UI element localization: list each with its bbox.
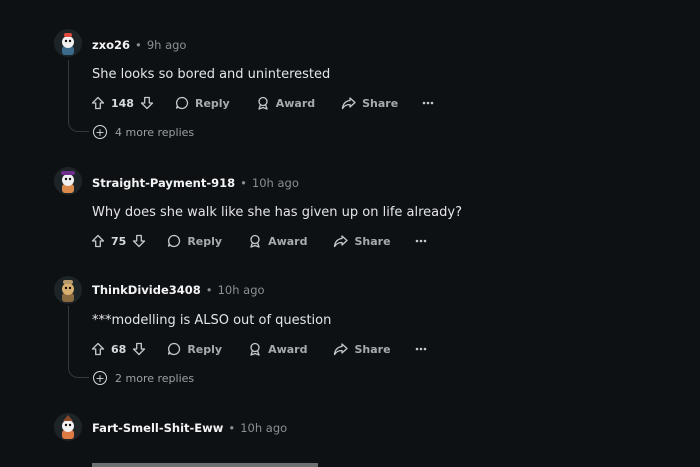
snoo-avatar-icon	[54, 167, 82, 195]
comment-bubble-icon	[175, 96, 189, 110]
upvote-icon[interactable]	[91, 342, 105, 356]
award-button[interactable]: Award	[256, 96, 315, 110]
meta-separator: •	[240, 176, 247, 190]
share-icon	[334, 235, 349, 248]
award-button[interactable]: Award	[248, 234, 307, 248]
snoo-avatar-icon	[54, 29, 82, 57]
upvote-icon[interactable]	[91, 234, 105, 248]
vote-count: 68	[111, 342, 127, 356]
ellipsis-icon	[415, 347, 426, 351]
share-button[interactable]: Share	[341, 96, 398, 110]
award-button[interactable]: Award	[248, 342, 307, 356]
reply-button[interactable]: Reply	[175, 96, 230, 110]
share-button[interactable]: Share	[333, 342, 391, 356]
share-label: Share	[362, 96, 399, 110]
meta-separator: •	[135, 38, 142, 52]
meta-separator: •	[205, 283, 213, 297]
avatar[interactable]	[54, 167, 82, 195]
snoo-avatar-icon	[54, 276, 82, 304]
more-replies-button[interactable]: + 2 more replies	[93, 371, 194, 385]
more-replies-button[interactable]: + 4 more replies	[93, 125, 194, 139]
vote-count: 75	[111, 234, 127, 248]
award-icon	[258, 96, 268, 110]
vote-count: 148	[111, 96, 134, 110]
more-options-button[interactable]	[415, 239, 427, 243]
username[interactable]: Fart-Smell-Shit-Eww	[92, 421, 223, 435]
more-options-button[interactable]	[415, 347, 427, 351]
more-options-button[interactable]	[422, 101, 434, 105]
thread-curve	[68, 366, 89, 378]
expand-icon: +	[93, 125, 107, 139]
downvote-icon[interactable]	[140, 96, 154, 110]
comment-text: Why does she walk like she has given up …	[92, 205, 462, 220]
share-icon	[341, 97, 356, 110]
share-button[interactable]: Share	[333, 234, 391, 248]
avatar[interactable]	[54, 413, 82, 441]
comment-text: ***modelling is ALSO out of question	[92, 313, 332, 328]
upvote-icon[interactable]	[91, 96, 105, 110]
thread-curve	[68, 120, 89, 132]
downvote-icon[interactable]	[132, 234, 146, 248]
meta-separator: •	[228, 421, 236, 435]
downvote-icon[interactable]	[132, 342, 146, 356]
comment-bubble-icon	[168, 342, 181, 356]
avatar[interactable]	[54, 29, 82, 57]
ellipsis-icon	[415, 239, 426, 243]
award-icon	[250, 234, 260, 248]
thread-line[interactable]	[68, 306, 69, 368]
ellipsis-icon	[422, 101, 434, 105]
reply-button[interactable]: Reply	[167, 342, 222, 356]
media-preview[interactable]	[92, 463, 318, 467]
reply-label: Reply	[194, 96, 230, 110]
share-label: Share	[354, 234, 391, 248]
more-replies-label: 2 more replies	[115, 371, 195, 385]
reply-button[interactable]: Reply	[167, 234, 222, 248]
award-label: Award	[268, 342, 308, 356]
share-label: Share	[354, 342, 391, 356]
share-icon	[334, 343, 349, 356]
comment-bubble-icon	[168, 234, 181, 248]
reply-label: Reply	[187, 342, 223, 356]
timestamp[interactable]: 10h ago	[240, 421, 287, 435]
username[interactable]: zxo26	[92, 38, 130, 52]
timestamp[interactable]: 10h ago	[218, 283, 265, 297]
username[interactable]: Straight-Payment-918	[92, 176, 235, 190]
timestamp[interactable]: 10h ago	[252, 176, 299, 190]
comment-text: She looks so bored and uninterested	[92, 67, 331, 82]
reply-label: Reply	[187, 234, 223, 248]
thread-line[interactable]	[68, 60, 69, 122]
snoo-avatar-icon	[54, 413, 82, 441]
award-icon	[250, 342, 260, 356]
award-label: Award	[275, 96, 316, 110]
timestamp[interactable]: 9h ago	[147, 38, 187, 52]
expand-icon: +	[93, 371, 107, 385]
more-replies-label: 4 more replies	[115, 125, 195, 139]
award-label: Award	[268, 234, 308, 248]
avatar[interactable]	[54, 276, 82, 304]
username[interactable]: ThinkDivide3408	[92, 283, 201, 297]
